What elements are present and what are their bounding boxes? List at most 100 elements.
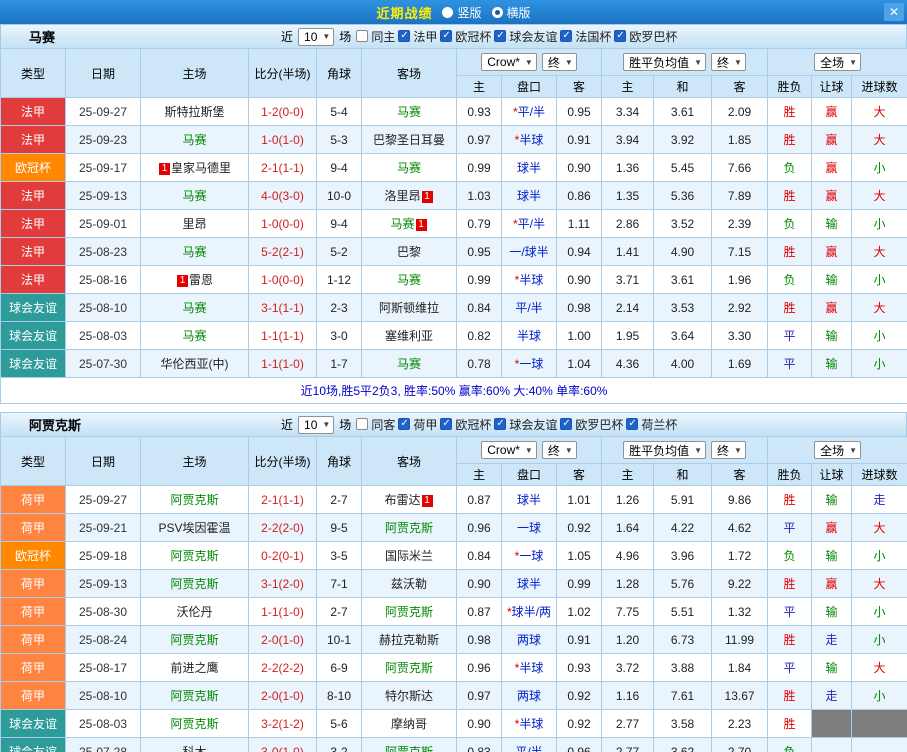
euro-win-odds-cell: 1.41 <box>602 238 654 266</box>
date-cell: 25-08-03 <box>66 322 141 350</box>
checkbox-label: 同主 <box>371 28 395 45</box>
col-header-d: 和 <box>654 76 712 98</box>
handicap-text: 半球 <box>519 133 543 147</box>
match-row: 法甲25-08-23马赛5-2(2-1)5-2巴黎0.95一/球半0.941.4… <box>1 238 907 266</box>
handicap-cell: *一球 <box>502 350 557 378</box>
result-cell: 负 <box>768 266 812 294</box>
col-header-date: 日期 <box>66 49 141 98</box>
handicap-cell: 平/半 <box>502 738 557 752</box>
result-cell: 胜 <box>768 238 812 266</box>
filter-checkbox[interactable]: 欧罗巴杯 <box>560 416 623 433</box>
team-name: 科木 <box>182 745 206 752</box>
asian-away-odds-cell: 0.92 <box>557 514 602 542</box>
team-name: 摩纳哥 <box>391 717 427 731</box>
scope-select[interactable]: 全场▼ <box>814 441 861 459</box>
checkbox-checked-icon <box>398 30 410 42</box>
euro-win-odds-cell: 1.36 <box>602 154 654 182</box>
league-cell: 荷甲 <box>1 598 66 626</box>
match-row: 法甲25-09-13马赛4-0(3-0)10-0洛里昂11.03球半0.861.… <box>1 182 907 210</box>
match-row: 荷甲25-09-13阿贾克斯3-1(2-0)7-1兹沃勒0.90球半0.991.… <box>1 570 907 598</box>
filter-checkbox[interactable]: 同主 <box>356 28 395 45</box>
col-header-w: 主 <box>602 76 654 98</box>
filter-checkbox[interactable]: 荷兰杯 <box>626 416 677 433</box>
avg-odds-select[interactable]: 胜平负均值▼ <box>623 441 706 459</box>
avg-time-select[interactable]: 终▼ <box>711 441 746 459</box>
team-name: 巴黎圣日耳曼 <box>373 133 445 147</box>
asian-home-odds-cell: 0.84 <box>457 542 502 570</box>
away-team-cell: 塞维利亚 <box>362 322 457 350</box>
handicap-cell: *半球 <box>502 710 557 738</box>
away-team-cell: 阿贾克斯 <box>362 654 457 682</box>
filter-checkbox[interactable]: 球会友谊 <box>494 28 557 45</box>
goals-result-cell: 大 <box>852 126 907 154</box>
close-button[interactable]: ✕ <box>884 3 904 21</box>
scope-value: 全场 <box>820 442 844 459</box>
layout-horizontal-radio[interactable]: 横版 <box>492 4 531 21</box>
result-group: 全场▼ <box>768 437 907 464</box>
corner-cell: 5-6 <box>317 710 362 738</box>
avg-time-select[interactable]: 终▼ <box>711 53 746 71</box>
corner-cell: 10-0 <box>317 182 362 210</box>
red-card-badge: 1 <box>416 219 427 231</box>
euro-win-odds-cell: 2.14 <box>602 294 654 322</box>
team-name: 华伦西亚(中) <box>161 357 229 371</box>
filter-checkbox[interactable]: 欧冠杯 <box>440 28 491 45</box>
handicap-text: 平/半 <box>518 217 545 231</box>
col-header-l: 客 <box>712 464 768 486</box>
summary-row: 近10场,胜5平2负3, 胜率:50% 赢率:60% 大:40% 单率:60% <box>1 378 907 404</box>
handicap-result-cell: 输 <box>812 266 852 294</box>
odds-source-select[interactable]: Crow*▼ <box>481 441 537 459</box>
filter-checkbox[interactable]: 欧冠杯 <box>440 416 491 433</box>
avg-odds-select[interactable]: 胜平负均值▼ <box>623 53 706 71</box>
handicap-cell: *半球 <box>502 654 557 682</box>
odds-time-select[interactable]: 终▼ <box>542 441 577 459</box>
home-team-cell: 1皇家马德里 <box>141 154 249 182</box>
match-row: 球会友谊25-08-03阿贾克斯3-2(1-2)5-6摩纳哥0.90*半球0.9… <box>1 710 907 738</box>
layout-vertical-radio[interactable]: 竖版 <box>442 4 481 21</box>
handicap-cell: *半球 <box>502 266 557 294</box>
team-name: 马赛 <box>397 105 421 119</box>
odds-source-select[interactable]: Crow*▼ <box>481 53 537 71</box>
away-team-cell: 摩纳哥 <box>362 710 457 738</box>
handicap-result-cell: 输 <box>812 322 852 350</box>
filter-checkbox[interactable]: 同客 <box>356 416 395 433</box>
goals-result-cell: 小 <box>852 542 907 570</box>
euro-win-odds-cell: 1.26 <box>602 486 654 514</box>
col-header-result: 胜负 <box>768 76 812 98</box>
euro-win-odds-cell: 1.35 <box>602 182 654 210</box>
euro-loss-odds-cell: 2.09 <box>712 98 768 126</box>
team-name: 阿贾克斯 <box>170 577 218 591</box>
euro-win-odds-cell: 4.96 <box>602 542 654 570</box>
filter-checkbox[interactable]: 荷甲 <box>398 416 437 433</box>
filter-checkbox[interactable]: 法甲 <box>398 28 437 45</box>
match-row: 欧冠杯25-09-171皇家马德里2-1(1-1)9-4马赛0.99球半0.90… <box>1 154 907 182</box>
score-cell: 1-0(1-0) <box>249 126 317 154</box>
odds-time-select[interactable]: 终▼ <box>542 53 577 71</box>
filter-checkbox[interactable]: 法国杯 <box>560 28 611 45</box>
filter-checkbox[interactable]: 欧罗巴杯 <box>614 28 677 45</box>
team-name: 国际米兰 <box>385 549 433 563</box>
euro-loss-odds-cell: 1.32 <box>712 598 768 626</box>
team-name-title: 阿贾克斯 <box>29 415 281 434</box>
asian-away-odds-cell: 1.00 <box>557 322 602 350</box>
team-name: 马赛 <box>397 273 421 287</box>
score-cell: 1-1(1-1) <box>249 322 317 350</box>
euro-draw-odds-cell: 4.00 <box>654 350 712 378</box>
result-cell: 胜 <box>768 98 812 126</box>
league-cell: 欧冠杯 <box>1 154 66 182</box>
handicap-result-cell: 赢 <box>812 182 852 210</box>
radio-checked-icon <box>492 7 503 18</box>
scope-select[interactable]: 全场▼ <box>814 53 861 71</box>
home-team-cell: 前进之鹰 <box>141 654 249 682</box>
odds-source-value: Crow* <box>487 443 520 457</box>
checkbox-label: 荷甲 <box>413 416 437 433</box>
match-count-select[interactable]: 10▼ <box>298 28 334 46</box>
home-team-cell: 沃伦丹 <box>141 598 249 626</box>
filter-checkbox[interactable]: 球会友谊 <box>494 416 557 433</box>
match-count-select[interactable]: 10▼ <box>298 416 334 434</box>
checkbox-label: 欧冠杯 <box>455 416 491 433</box>
col-header-handicap: 盘口 <box>502 76 557 98</box>
home-team-cell: 马赛 <box>141 182 249 210</box>
goals-result-cell: 小 <box>852 154 907 182</box>
asian-away-odds-cell: 0.91 <box>557 126 602 154</box>
